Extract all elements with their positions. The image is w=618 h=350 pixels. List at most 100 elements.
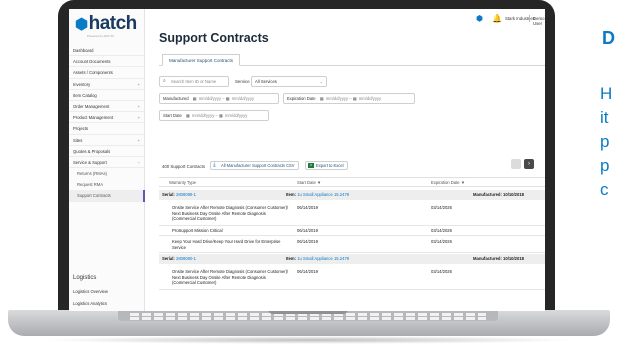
marketing-line: c	[600, 180, 609, 199]
sidebar-item-label: Dashboard	[73, 48, 94, 53]
date-from-placeholder: mm/dd/yyyy	[192, 113, 215, 118]
sidebar-item-assets[interactable]: Assets / Components	[69, 67, 145, 79]
bell-icon[interactable]: 🔔	[492, 14, 502, 23]
warranty-type-cell: Onsite Service After Remote Diagnosis (C…	[172, 205, 289, 222]
expiration-date-cell: 03/14/2026	[431, 205, 452, 210]
hatch-icon[interactable]: ⬢	[476, 14, 485, 23]
table-group-header: Serial: 2808088-1 Item: 1u Small Applian…	[159, 190, 545, 200]
manufactured-label: Manufactured	[163, 96, 189, 101]
sidebar-item-sites[interactable]: Sites +	[69, 135, 145, 146]
range-separator: –	[215, 113, 218, 118]
sidebar-item-logistics-overview[interactable]: Logistics Overview	[73, 289, 108, 294]
item-link[interactable]: 1u Small Appliance 15.2478	[297, 192, 349, 197]
table-header: Warranty Type Start Date ▼ Expiration Da…	[159, 177, 545, 187]
sidebar-item-service-support[interactable]: Service & Support −	[69, 157, 145, 169]
top-bar: ⬢ 🔔 Stark Industries Demo User ⋮	[145, 9, 545, 26]
expand-icon[interactable]: +	[138, 101, 140, 112]
search-input[interactable]: ⌕ Search Item ID or Name	[159, 76, 229, 87]
table-row[interactable]: Onsite Service After Remote Diagnosis (C…	[159, 201, 545, 226]
hatch-logo[interactable]: ⬢hatch	[75, 13, 137, 35]
expiration-date-cell: 03/14/2026	[431, 269, 452, 274]
export-excel-button[interactable]: X Export to Excel	[305, 161, 348, 170]
csv-download-button[interactable]: ⤓ All Manufacturer Support Contracts CSV	[210, 161, 299, 170]
manufactured-date-range[interactable]: Manufactured ▦ mm/dd/yyyy – ▦ mm/dd/yyyy	[159, 93, 279, 104]
sidebar-item-label: Product Management	[73, 115, 114, 121]
start-date-header-label: Start Date	[297, 180, 316, 185]
warranty-type-cell: Keep Your Hard Drive/Keep Your Hard Driv…	[172, 239, 281, 250]
sidebar-item-label: Projects	[73, 126, 89, 132]
marketing-line: p	[600, 132, 610, 151]
expiration-date-range[interactable]: Expiration Date ▦ mm/dd/yyyy – ▦ mm/dd/yyy…	[283, 93, 415, 104]
start-date-cell: 06/14/2019	[297, 239, 318, 244]
user-name[interactable]: Demo User	[533, 16, 545, 26]
sidebar-item-label: Item Catalog	[73, 92, 97, 98]
marketing-line: p	[600, 156, 610, 175]
organization-name[interactable]: Stark Industries	[505, 16, 535, 21]
serial-label: Serial:	[162, 192, 175, 197]
logistics-section-title: Logistics	[73, 275, 97, 281]
sidebar-item-label: Inventory	[73, 81, 91, 87]
sidebar-item-item-catalog[interactable]: Item Catalog	[69, 90, 145, 101]
calendar-icon: ▦	[225, 96, 230, 101]
serial-label: Serial:	[162, 256, 175, 261]
marketing-line: H	[600, 84, 613, 103]
calendar-icon: ▦	[186, 113, 190, 118]
table-row[interactable]: Onsite Service After Remote Diagnosis (C…	[159, 265, 545, 290]
expand-icon[interactable]: +	[138, 112, 140, 123]
serial-link[interactable]: 2808088-1	[176, 192, 196, 197]
sidebar-item-label: Assets / Components	[73, 70, 113, 76]
table-row[interactable]: ProSupport Mission Critical 06/14/2019 0…	[159, 226, 545, 236]
expiration-label: Expiration Date	[287, 96, 316, 101]
sidebar-item-account-documents[interactable]: Account Documents	[69, 56, 145, 68]
chevron-down-icon: ⌄	[319, 79, 323, 84]
sidebar-subitem-support-contracts[interactable]: Support Contracts	[69, 190, 145, 202]
start-date-cell: 06/14/2019	[297, 228, 318, 233]
topbar-divider	[529, 15, 530, 22]
sidebar: ⬢hatch Powered by ARC 50 Dashboard Accou…	[69, 9, 145, 311]
sidebar-item-logistics-analytics[interactable]: Logistics Analytics	[73, 301, 107, 306]
item-label: Item:	[286, 192, 297, 197]
start-date-range[interactable]: Start Date ▦ mm/dd/yyyy – ▦ mm/dd/yyyy	[159, 110, 269, 121]
tab-manufacturer-support-contracts[interactable]: Manufacturer Support Contracts	[162, 54, 241, 66]
sidebar-item-projects[interactable]: Projects	[69, 123, 145, 135]
next-page-icon[interactable]: ›	[524, 159, 534, 169]
column-header-expiration-date[interactable]: Expiration Date ▼	[431, 178, 465, 188]
start-date-cell: 06/14/2019	[297, 205, 318, 210]
item-link[interactable]: 1u Small Appliance 15.2478	[297, 256, 349, 261]
marketing-line: it	[600, 108, 609, 127]
tab-bar: Manufacturer Support Contracts	[159, 54, 545, 66]
start-date-label: Start Date	[163, 113, 182, 118]
expiration-date-cell: 03/14/2026	[431, 239, 452, 244]
collapse-icon[interactable]: −	[138, 157, 140, 168]
expand-icon[interactable]: +	[138, 79, 140, 90]
sidebar-item-label: Order Management	[73, 103, 110, 109]
prev-page-button[interactable]	[511, 159, 521, 169]
calendar-icon: ▦	[319, 96, 324, 101]
column-header-start-date[interactable]: Start Date ▼	[297, 178, 321, 188]
sidebar-item-quotes[interactable]: Quotes & Proposals	[69, 146, 145, 157]
item-label: Item:	[286, 256, 297, 261]
sidebar-item-order-management[interactable]: Order Management +	[69, 101, 145, 113]
contract-count: 400 Support Contracts	[162, 164, 205, 169]
sidebar-nav: Dashboard Account Documents Assets / Com…	[69, 45, 145, 202]
sidebar-item-dashboard[interactable]: Dashboard	[69, 45, 145, 57]
sidebar-item-product-management[interactable]: Product Management +	[69, 112, 145, 124]
column-header-warranty-type[interactable]: Warranty Type	[169, 178, 196, 188]
service-select[interactable]: All Services ⌄	[251, 76, 327, 87]
logo-tagline: Powered by ARC 50	[87, 34, 115, 38]
manufactured-label: Manufactured:	[473, 192, 502, 197]
excel-icon: X	[308, 163, 314, 168]
keyboard-row	[130, 317, 486, 320]
table-row[interactable]: Keep Your Hard Drive/Keep Your Hard Driv…	[159, 236, 545, 253]
sidebar-subitem-request-rma[interactable]: Request RMA	[69, 179, 145, 190]
sidebar-item-inventory[interactable]: Inventory +	[69, 79, 145, 90]
marketing-heading: D	[602, 28, 615, 48]
serial-link[interactable]: 2808080-1	[176, 256, 196, 261]
expand-icon[interactable]: +	[138, 135, 140, 146]
sidebar-subitem-returns[interactable]: Returns (RMAs)	[69, 168, 145, 179]
manufactured-date: 10/10/2018	[503, 256, 524, 261]
expiration-date-cell: 03/14/2026	[431, 228, 452, 233]
calendar-icon: ▦	[352, 96, 357, 101]
range-separator: –	[222, 96, 225, 101]
table-group-header: Serial: 2808080-1 Item: 1u Small Applian…	[159, 254, 545, 264]
